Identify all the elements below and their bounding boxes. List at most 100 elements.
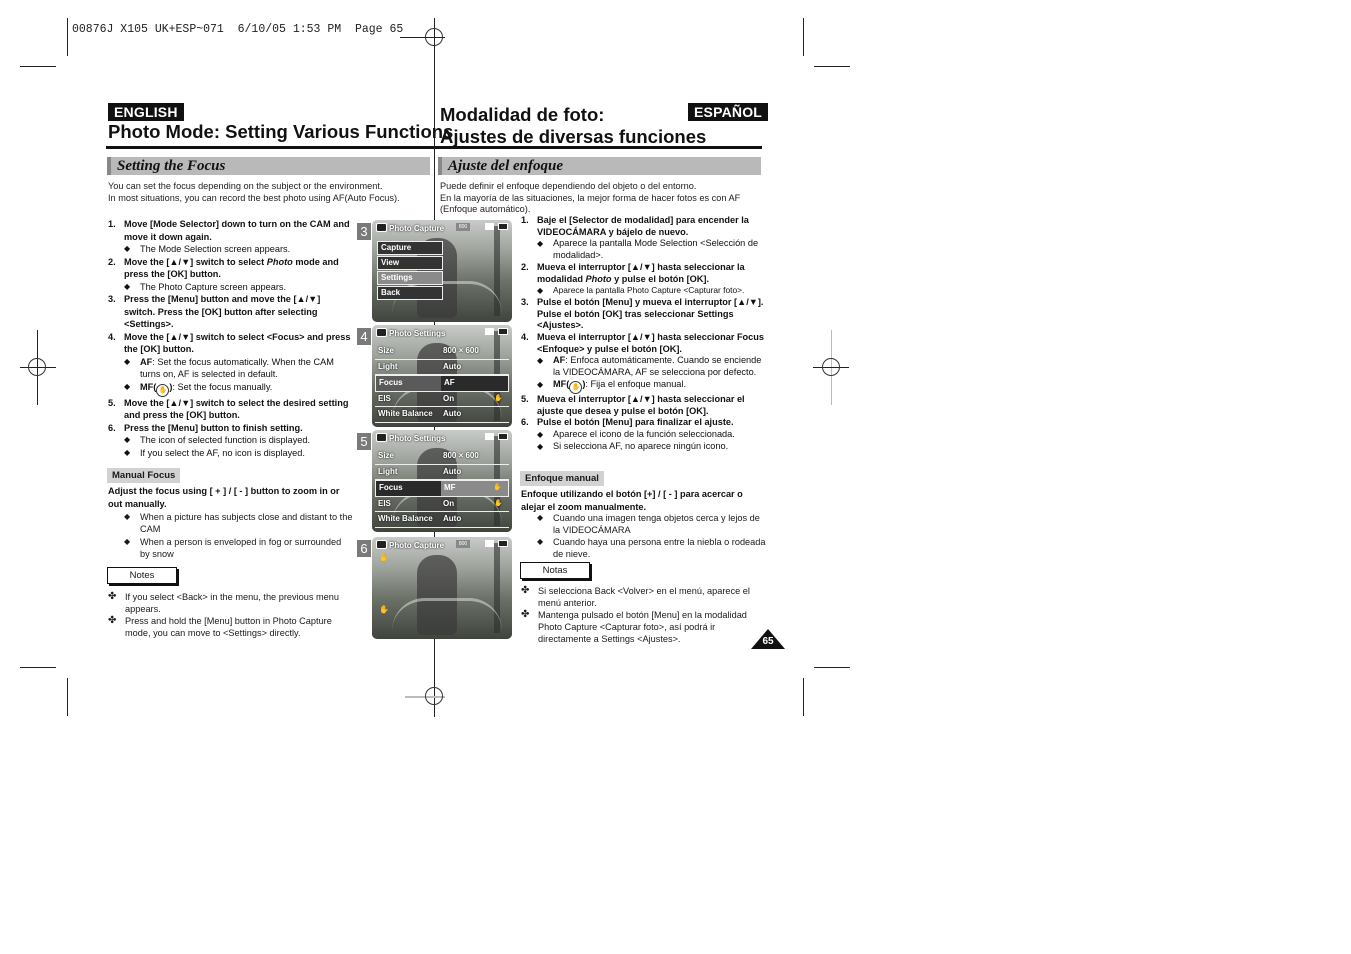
photo-capture-menu: Capture View Settings Back [377,241,443,301]
page-number: 65 [762,636,774,647]
spanish-step-bullet: ◆ Aparece la pantalla Photo Capture <Capt… [537,285,745,296]
manual-focus-hand-icon: ✋ [156,383,170,397]
memory-icon [485,540,494,547]
manual-focus-hand-icon: ✋ [379,605,389,614]
spanish-manual-focus-lead: Enfoque utilizando el botón [+] / [ - ] … [521,489,743,512]
menu-item-back[interactable]: Back [377,286,443,300]
setting-row-white-balance[interactable]: White Balance Auto [375,512,509,528]
spanish-intro-line: Puede definir el enfoque dependiendo del… [440,181,697,191]
print-slug: 00876J X105 UK+ESP~071 6/10/05 1:53 PM P… [72,23,404,36]
resolution-badge: 800 [456,223,470,231]
english-step: 2. Move the [▲/▼] switch to select Photo … [108,256,339,280]
spanish-step: 3. Pulse el botón [Menu] y mueva el inter… [521,296,764,331]
diamond-bullet-icon: ◆ [124,447,131,457]
english-intro-line: In most situations, you can record the b… [108,192,400,203]
english-step-bullet: ◆ The icon of selected function is displa… [124,435,311,445]
crop-mark-top-right-h [814,66,850,67]
camera-screen-photo-capture-menu: Photo Capture 800 Capture View Settings … [372,220,512,322]
diamond-bullet-icon: ◆ [537,441,544,451]
crop-mark-top-right-v [803,18,804,56]
english-manual-focus-label: Manual Focus [107,468,181,483]
setting-row-focus[interactable]: Focus MF ✋ [375,480,509,497]
setting-row-light[interactable]: Light Auto [375,360,509,375]
spanish-title-rule [435,146,762,149]
crop-mark-bottom-right-v [803,678,804,716]
spanish-step-bullet: ◆ AF: Enfoca automáticamente. Cuando se e… [537,355,762,378]
setting-row-eis[interactable]: EIS On ✋ [375,392,509,407]
spanish-notes-label: Notas [520,562,590,579]
screen-title: Photo Capture [389,224,445,233]
english-step: 6. Press the [Menu] button to finish sett… [108,422,303,433]
manual-focus-hand-icon: ✋ [493,484,502,491]
settings-list: Size 800 × 600 Light Auto Focus MF ✋ EIS On ✋ … [375,449,509,528]
crop-mark-bottom-left-v [67,678,68,716]
screen-step-number: 6 [357,540,371,557]
spanish-title-line: Modalidad de foto: [440,104,605,125]
spanish-manual-focus-bullet: ◆ Cuando una imagen tenga objetos cerca y… [537,513,760,535]
manual-focus-hand-icon: ✋ [569,380,583,394]
english-step-bullet: ◆ The Photo Capture screen appears. [124,281,287,292]
setting-row-focus[interactable]: Focus AF [375,375,509,392]
setting-row-size[interactable]: Size 800 × 600 [375,449,509,465]
screen-title: Photo Capture [389,541,445,550]
battery-icon [498,433,508,440]
diamond-bullet-icon: ◆ [124,356,131,366]
english-title-rule [106,146,434,149]
english-step: 5. Move the [▲/▼] switch to select the de… [108,397,349,421]
spanish-intro-line: En la mayoría de las situaciones, la mej… [440,192,741,215]
screen-step-number: 4 [357,328,371,345]
spanish-step-bullet: ◆ Aparece la pantalla Mode Selection <Sel… [537,238,759,261]
menu-item-view[interactable]: View [377,256,443,270]
note-cross-bullet-icon: ✤ [521,609,530,620]
menu-item-settings[interactable]: Settings [377,271,443,285]
english-notes-list: ✤ If you select <Back> in the menu, the p… [108,591,353,639]
diamond-bullet-icon: ◆ [537,513,544,522]
setting-row-light[interactable]: Light Auto [375,465,509,480]
english-step-bullet: ◆ The Mode Selection screen appears. [124,244,291,254]
english-step: 1. Move [Mode Selector] down to turn on t… [108,219,350,242]
slug-underline [400,37,430,38]
spanish-notes-list: ✤ Si selecciona Back <Volver> en el menú,… [521,585,766,645]
spanish-note-item: ✤ Mantenga pulsado el botón [Menu] en la … [521,609,747,644]
english-step-bullet: ◆ AF: Set the focus automatically. When t… [124,356,334,380]
menu-item-capture[interactable]: Capture [377,241,443,255]
diamond-bullet-icon: ◆ [537,429,544,439]
diamond-bullet-icon: ◆ [124,244,131,253]
english-note-item: ✤ If you select <Back> in the menu, the p… [108,591,339,614]
resolution-badge: 800 [456,540,470,548]
english-manual-focus-bullet: ◆ When a picture has subjects close and d… [124,512,353,534]
memory-icon [485,328,494,335]
spanish-intro: Puede definir el enfoque dependiendo del… [440,181,762,216]
crop-mark-bottom-right-h [814,667,850,668]
diamond-bullet-icon: ◆ [124,381,131,391]
english-page-title: Photo Mode: Setting Various Functions [108,121,454,142]
setting-row-size[interactable]: Size 800 × 600 [375,344,509,360]
setting-row-eis[interactable]: EIS On ✋ [375,497,509,512]
battery-icon [498,223,508,230]
diamond-bullet-icon: ◆ [124,512,131,521]
english-step: 4. Move the [▲/▼] switch to select <Focus… [108,331,351,355]
setting-row-white-balance[interactable]: White Balance Auto [375,407,509,423]
english-intro: You can set the focus depending on the s… [108,181,428,204]
diamond-bullet-icon: ◆ [537,286,544,296]
english-manual-focus-bullets: ◆ When a picture has subjects close and d… [108,511,353,560]
english-steps: 1. Move [Mode Selector] down to turn on t… [108,218,353,459]
camera-icon [376,223,387,232]
battery-icon [498,540,508,547]
camera-screen-photo-settings-af: Photo Settings Size 800 × 600 Light Auto F… [372,325,512,427]
spanish-steps: 1. Baje el [Selector de modalidad] para e… [521,215,766,452]
note-cross-bullet-icon: ✤ [108,615,117,626]
crop-mark-bottom-left-h [20,667,56,668]
spanish-section-heading: Ajuste del enfoque [438,157,761,175]
camera-icon [376,433,387,442]
english-section-heading: Setting the Focus [107,157,430,175]
english-step-bullet: ◆ MF(✋): Set the focus manually. [108,381,353,397]
spanish-manual-focus-label: Enfoque manual [520,471,604,486]
note-cross-bullet-icon: ✤ [521,585,530,596]
diamond-bullet-icon: ◆ [124,435,131,444]
crop-mark-top-left-h [20,66,56,67]
memory-icon [485,223,494,230]
english-intro-line: You can set the focus depending on the s… [108,181,383,191]
spanish-step-bullet: ◆ MF(✋): Fija el enfoque manual. [521,379,766,394]
spanish-step-bullet: ◆ Si selecciona AF, no aparece ningún ico… [537,440,729,451]
